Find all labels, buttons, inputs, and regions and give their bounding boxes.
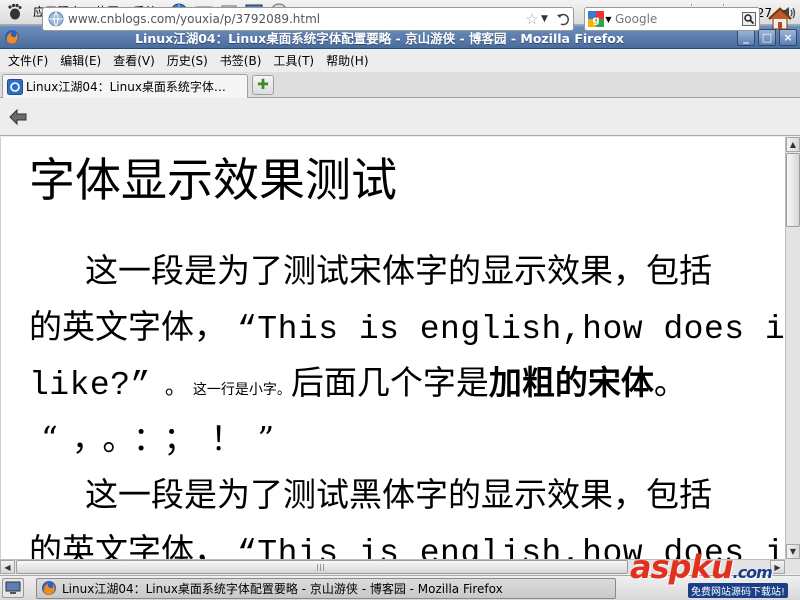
page-title: 字体显示效果测试 [29, 153, 397, 207]
vertical-scrollbar[interactable]: ▲ ▼ [785, 137, 800, 559]
paragraph-line: like?”。这一行是小字。后面几个字是加粗的宋体。 [29, 356, 687, 404]
home-button[interactable] [766, 6, 794, 32]
paragraph-text: 后面几个字是 [290, 363, 489, 402]
page-content[interactable]: 字体显示效果测试 这一段是为了测试宋体字的显示效果，包括 的英文字体， “This… [0, 137, 785, 559]
paragraph-text: 。 [653, 363, 687, 402]
show-desktop-button[interactable] [2, 578, 24, 598]
address-bar[interactable]: www.cnblogs.com/youxia/p/3792089.html ☆ … [42, 7, 574, 31]
menu-file[interactable]: 文件(F) [2, 52, 54, 69]
english-text: “This is english,how does it [237, 535, 785, 559]
bottom-panel: Linux江湖04：Linux桌面系统字体配置要略 - 京山游侠 - 博客园 -… [0, 575, 800, 600]
paragraph-text: 的英文字体， [29, 307, 227, 346]
english-text: “This is english,how does it [237, 311, 785, 348]
scroll-down-arrow-icon[interactable]: ▼ [786, 544, 800, 559]
url-dropdown-icon[interactable]: ▼ [541, 14, 553, 24]
bookmark-star-icon[interactable]: ☆ [523, 10, 541, 28]
reload-go-icon[interactable] [553, 12, 573, 26]
taskbar-window-label: Linux江湖04：Linux桌面系统字体配置要略 - 京山游侠 - 博客园 -… [62, 581, 503, 596]
paragraph-line: 这一段是为了测试黑体字的显示效果，包括 [85, 468, 712, 516]
paragraph-text: 的英文字体， [29, 531, 227, 559]
punctuation-text: “，。：；！” [41, 419, 289, 458]
scroll-right-arrow-icon[interactable]: ▶ [770, 560, 785, 574]
bold-text: 加粗的宋体 [488, 363, 654, 402]
desktop-icon [5, 581, 21, 594]
menu-tools[interactable]: 工具(T) [267, 52, 320, 69]
home-icon [768, 7, 792, 30]
menubar: 文件(F) 编辑(E) 查看(V) 历史(S) 书签(B) 工具(T) 帮助(H… [0, 49, 800, 72]
back-button[interactable] [4, 103, 32, 131]
search-bar[interactable]: g ▼ [584, 7, 760, 31]
firefox-icon [42, 581, 56, 595]
menu-bookmarks[interactable]: 书签(B) [214, 52, 268, 69]
scroll-corner [785, 559, 800, 574]
cnblogs-favicon [7, 78, 23, 95]
english-text: like?” [29, 367, 151, 404]
chevron-down-icon: ▼ [605, 14, 612, 24]
horizontal-scrollbar[interactable]: ◀ ▶ [0, 559, 785, 574]
horizontal-scroll-thumb[interactable] [16, 560, 628, 574]
back-arrow-icon [9, 108, 27, 125]
svg-text:g: g [593, 15, 600, 26]
paragraph-line: “，。：；！” [41, 412, 288, 460]
menu-history[interactable]: 历史(S) [161, 52, 214, 69]
minimize-button[interactable]: _ [737, 28, 755, 46]
taskbar-window-button[interactable]: Linux江湖04：Linux桌面系统字体配置要略 - 京山游侠 - 博客园 -… [36, 577, 616, 599]
new-tab-button[interactable]: ✚ [252, 75, 274, 95]
menu-help[interactable]: 帮助(H) [320, 52, 374, 69]
paragraph-line: 的英文字体， “This is english,how does it [29, 524, 785, 559]
scroll-up-arrow-icon[interactable]: ▲ [786, 137, 800, 152]
menu-view[interactable]: 查看(V) [107, 52, 161, 69]
firefox-icon[interactable] [2, 27, 22, 47]
scroll-left-arrow-icon[interactable]: ◀ [0, 560, 15, 574]
paragraph-line: 这一段是为了测试宋体字的显示效果，包括 [85, 244, 712, 292]
paragraph-line: 的英文字体， “This is english,how does it [29, 300, 785, 348]
tab-active[interactable]: Linux江湖04：Linux桌面系统字体… [2, 74, 248, 98]
gnome-foot-icon[interactable] [4, 2, 26, 22]
url-text[interactable]: www.cnblogs.com/youxia/p/3792089.html [68, 12, 523, 26]
menu-edit[interactable]: 编辑(E) [54, 52, 107, 69]
search-icon[interactable] [739, 12, 759, 26]
paragraph-text: 。 [164, 375, 187, 400]
navigation-toolbar [0, 98, 800, 136]
paragraph-text: 这一段是为了测试黑体字的显示效果，包括 [85, 475, 712, 514]
plus-icon: ✚ [257, 77, 269, 93]
tab-label: Linux江湖04：Linux桌面系统字体… [26, 80, 226, 94]
paragraph-text: 这一段是为了测试宋体字的显示效果，包括 [85, 251, 712, 290]
search-engine-selector[interactable]: g ▼ [585, 9, 615, 29]
site-identity-icon[interactable] [48, 11, 64, 27]
google-icon: g [588, 11, 605, 27]
vertical-scroll-thumb[interactable] [786, 153, 800, 227]
search-input[interactable] [615, 12, 739, 26]
small-text: 这一行是小字。 [192, 382, 291, 398]
tab-bar: Linux江湖04：Linux桌面系统字体… ✚ [0, 72, 800, 98]
